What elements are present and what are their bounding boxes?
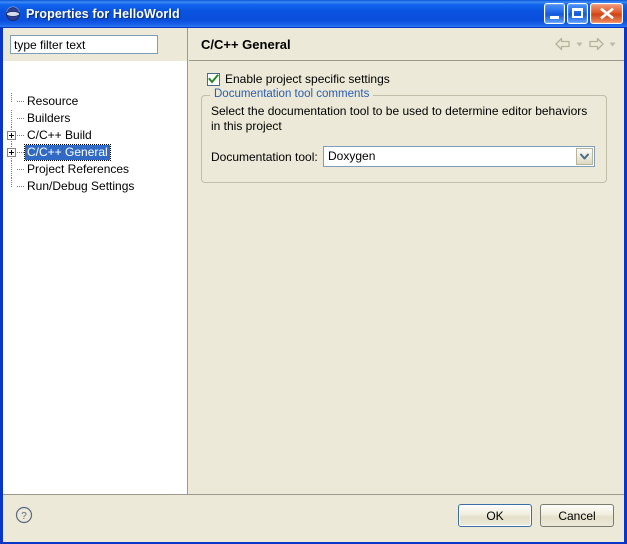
maximize-icon bbox=[572, 8, 583, 18]
navigation-pane: Resource Builders bbox=[3, 28, 188, 494]
enable-project-specific-settings-row[interactable]: Enable project specific settings bbox=[207, 72, 390, 86]
tree-guide-stub bbox=[17, 169, 24, 171]
tree-item-cpp-general[interactable]: C/C++ General bbox=[3, 144, 187, 161]
tree-guide-line bbox=[11, 178, 13, 187]
close-button[interactable] bbox=[590, 3, 623, 24]
group-title: Documentation tool comments bbox=[210, 88, 374, 100]
check-icon bbox=[208, 73, 219, 84]
tree-guide-stub bbox=[17, 118, 24, 120]
tree-item-label: Project References bbox=[27, 162, 130, 176]
tree-guide-stub bbox=[17, 186, 24, 188]
cancel-button[interactable]: Cancel bbox=[540, 504, 614, 527]
settings-pane: C/C++ General Enable project specific se… bbox=[189, 28, 624, 494]
tree-indent bbox=[3, 178, 25, 195]
dialog-body: Resource Builders bbox=[3, 28, 624, 494]
group-description: Select the documentation tool to be used… bbox=[211, 104, 588, 133]
maximize-button[interactable] bbox=[567, 3, 588, 24]
tree-item-cpp-build[interactable]: C/C++ Build bbox=[3, 127, 187, 144]
enable-project-specific-settings-label: Enable project specific settings bbox=[225, 72, 390, 86]
header-separator bbox=[189, 60, 624, 61]
tree-items: Resource Builders C/C++ Build C/C++ Gene… bbox=[3, 61, 187, 195]
chevron-down-icon[interactable] bbox=[576, 148, 593, 165]
tree-guide-line bbox=[11, 161, 13, 178]
window-title: Properties for HelloWorld bbox=[26, 6, 180, 21]
svg-text:?: ? bbox=[21, 511, 27, 522]
window-controls bbox=[544, 3, 623, 24]
tree-item-label: Run/Debug Settings bbox=[27, 179, 135, 193]
tree-guide-stub bbox=[17, 152, 24, 154]
tree-item-label: C/C++ Build bbox=[27, 128, 92, 142]
close-icon bbox=[591, 4, 622, 23]
tree-indent bbox=[3, 93, 25, 110]
tree-item-label: C/C++ General bbox=[24, 144, 111, 161]
documentation-tool-value: Doxygen bbox=[328, 149, 376, 163]
tree-indent bbox=[3, 144, 25, 161]
forward-dropdown-icon[interactable] bbox=[607, 36, 618, 52]
tree-guide-line bbox=[11, 110, 13, 127]
documentation-tool-group: Documentation tool comments Select the d… bbox=[201, 88, 607, 183]
dialog-footer: ? OK Cancel bbox=[3, 494, 624, 542]
tree-guide-stub bbox=[17, 101, 24, 103]
filter-input[interactable] bbox=[10, 35, 158, 54]
tree-guide-stub bbox=[17, 135, 24, 137]
tree-indent bbox=[3, 161, 25, 178]
footer-buttons: OK Cancel bbox=[458, 504, 614, 527]
tree-item-label: Builders bbox=[27, 111, 71, 125]
documentation-tool-row: Documentation tool: Doxygen bbox=[211, 146, 601, 167]
page-header: C/C++ General bbox=[189, 28, 624, 60]
tree-guide-line bbox=[11, 93, 13, 102]
tree-indent bbox=[3, 110, 25, 127]
forward-arrow-icon[interactable] bbox=[586, 36, 606, 52]
page-title: C/C++ General bbox=[201, 36, 291, 52]
tree-item-label: Resource bbox=[27, 94, 79, 108]
back-arrow-icon[interactable] bbox=[553, 36, 573, 52]
settings-tree[interactable]: Resource Builders C/C++ Build C/C++ Gene… bbox=[3, 61, 187, 494]
navigation-history bbox=[553, 36, 618, 52]
tree-item-run-debug-settings[interactable]: Run/Debug Settings bbox=[3, 178, 187, 195]
ok-button[interactable]: OK bbox=[458, 504, 532, 527]
properties-dialog: Properties for HelloWorld type filter te… bbox=[0, 0, 627, 544]
documentation-tool-select[interactable]: Doxygen bbox=[323, 146, 595, 167]
documentation-tool-label: Documentation tool: bbox=[211, 149, 318, 164]
expand-plus-icon[interactable] bbox=[7, 148, 16, 157]
eclipse-globe-icon bbox=[5, 6, 21, 22]
expand-plus-icon[interactable] bbox=[7, 131, 16, 140]
title-bar[interactable]: Properties for HelloWorld bbox=[0, 0, 627, 28]
minimize-icon bbox=[550, 16, 559, 19]
tree-item-project-references[interactable]: Project References bbox=[3, 161, 187, 178]
minimize-button[interactable] bbox=[544, 3, 565, 24]
help-icon[interactable]: ? bbox=[15, 506, 33, 524]
tree-item-resource[interactable]: Resource bbox=[3, 93, 187, 110]
tree-item-builders[interactable]: Builders bbox=[3, 110, 187, 127]
back-dropdown-icon[interactable] bbox=[574, 36, 585, 52]
enable-project-specific-settings-checkbox[interactable] bbox=[207, 72, 220, 86]
tree-indent bbox=[3, 127, 25, 144]
